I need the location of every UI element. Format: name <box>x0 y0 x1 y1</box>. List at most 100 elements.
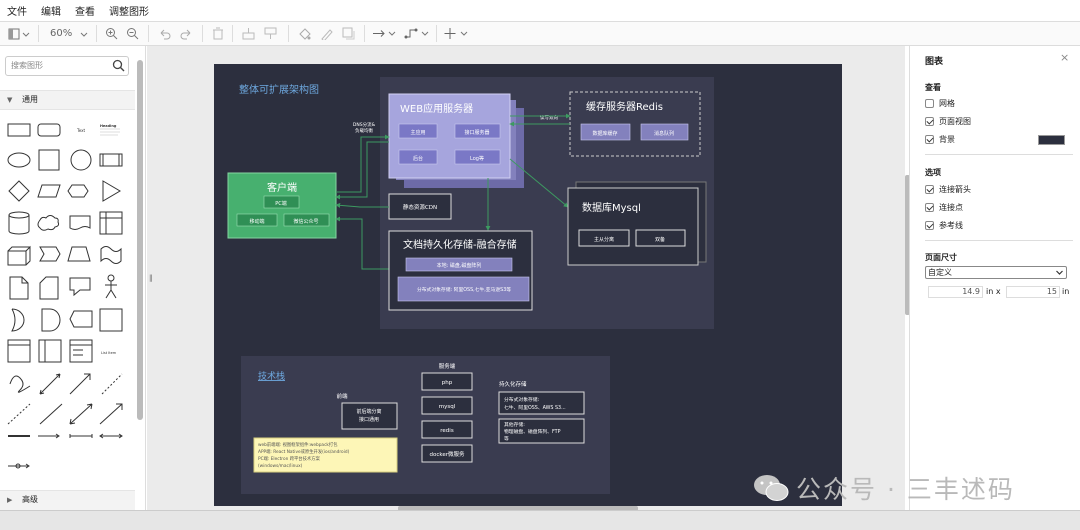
cdn-label: 静态资源CDN <box>403 203 437 211</box>
grid-checkbox[interactable] <box>925 99 934 108</box>
menu-arrange[interactable]: 调整图形 <box>109 3 149 18</box>
persist-other-line3: 等 <box>504 435 509 442</box>
frontend-note-line1: web前端端: 视图框架组件:webpack打包 <box>258 441 338 448</box>
watermark-text: 公众号 · 三丰述码 <box>796 475 1015 504</box>
page-view-option[interactable]: 页面视图 <box>925 116 971 127</box>
page-view-checkbox[interactable] <box>925 117 934 126</box>
menu-edit[interactable]: 编辑 <box>41 3 61 18</box>
wechat-icon <box>754 475 789 501</box>
search-icon[interactable] <box>112 59 125 72</box>
connection-points-label: 连接点 <box>939 203 963 212</box>
shape-palette[interactable]: Text Heading List Item <box>0 110 135 490</box>
dns-label-line2: 负载均衡 <box>355 127 373 134</box>
connection-arrows-label: 连接箭头 <box>939 185 971 194</box>
mysql-item-backup: 双备 <box>655 236 665 243</box>
watermark: 公众号 · 三丰述码 <box>752 467 1052 507</box>
shape-library-panel: 搜索图形 ▼ 通用 Text Heading List Item ▶ 高级 <box>0 46 146 510</box>
frontend-note-line2: APP端: React Native或原生开发(ios/android) <box>258 448 350 455</box>
diagram-canvas: 整体可扩展架构图 WEB应用服务器 主应用 接口服务器 后台 Log等 缓存服务… <box>227 77 714 494</box>
persist-oss-line1: 分布式对象存储: <box>504 396 540 403</box>
guides-option[interactable]: 参考线 <box>925 220 963 231</box>
chevron-right-icon: ▶ <box>7 496 13 504</box>
connection-arrows-option[interactable]: 连接箭头 <box>925 184 971 195</box>
dns-label-line1: DNS分流& <box>353 121 376 128</box>
connection-style-icon[interactable] <box>372 26 396 41</box>
background-label: 背景 <box>939 135 955 144</box>
architecture-diagram[interactable]: 整体可扩展架构图 WEB应用服务器 主应用 接口服务器 后台 Log等 缓存服务… <box>214 64 842 506</box>
menu-view[interactable]: 查看 <box>75 3 95 18</box>
page-size-select[interactable]: 自定义 <box>925 266 1067 279</box>
grid-label: 网格 <box>939 99 955 108</box>
frontend-box-line2: 接口通用 <box>359 416 379 423</box>
storage-item-local: 本地: 磁盘,磁盘阵列 <box>437 262 482 269</box>
section-advanced[interactable]: ▶ 高级 <box>0 490 135 510</box>
section-advanced-label: 高级 <box>22 495 38 504</box>
view-heading: 查看 <box>925 83 941 92</box>
options-heading: 选项 <box>925 168 941 177</box>
diagram-title: 整体可扩展架构图 <box>239 83 319 96</box>
shadow-icon[interactable] <box>342 26 355 41</box>
redo-icon[interactable] <box>180 26 193 41</box>
grid-option[interactable]: 网格 <box>925 98 955 109</box>
page-size-heading: 页面尺寸 <box>925 253 957 262</box>
server-item-docker: docker微服务 <box>429 450 465 458</box>
server-item-redis: redis <box>440 428 454 434</box>
connection-points-checkbox[interactable] <box>925 203 934 212</box>
section-general[interactable]: ▼ 通用 <box>0 90 135 110</box>
mysql-item-split: 主从分离 <box>594 236 614 243</box>
guides-label: 参考线 <box>939 221 963 230</box>
tech-stack-title: 技术栈 <box>258 370 285 382</box>
delete-icon[interactable] <box>212 26 224 41</box>
cache-item-db: 数据库缓存 <box>592 130 617 137</box>
undo-icon[interactable] <box>158 26 171 41</box>
left-panel-scrollbar[interactable] <box>137 60 143 420</box>
zoom-dropdown-icon[interactable] <box>80 26 88 41</box>
page-height-input[interactable]: 15 <box>1006 286 1060 298</box>
mysql-box[interactable] <box>567 187 699 266</box>
background-color-swatch[interactable] <box>1038 135 1065 145</box>
frontend-note-line4: (windows/mac/linux) <box>258 463 303 469</box>
to-front-icon[interactable] <box>242 26 255 41</box>
background-option[interactable]: 背景 <box>925 134 955 145</box>
insert-icon[interactable] <box>444 26 468 41</box>
to-back-icon[interactable] <box>264 26 277 41</box>
menu-file[interactable]: 文件 <box>7 3 27 18</box>
web-item-api: 接口服务器 <box>464 129 489 136</box>
close-icon[interactable]: × <box>1060 51 1069 64</box>
shape-search-input[interactable]: 搜索图形 <box>5 56 129 76</box>
web-server-title: WEB应用服务器 <box>400 102 473 115</box>
shape-label-heading: Heading <box>100 124 117 128</box>
chevron-down-icon: ▼ <box>7 96 13 104</box>
connection-arrows-checkbox[interactable] <box>925 185 934 194</box>
line-color-icon[interactable] <box>320 26 333 41</box>
client-item-wechat: 微信公众号 <box>293 218 318 225</box>
page-layout-icon[interactable] <box>8 26 30 41</box>
panel-resize-handle[interactable]: ‖ <box>149 274 153 282</box>
persist-oss-line2: 七牛、阿里OSS、AWS S3... <box>504 404 566 411</box>
page-width-unit: in x <box>986 287 1001 296</box>
page-width-input[interactable]: 14.9 <box>928 286 983 298</box>
server-item-php: php <box>442 380 453 386</box>
shape-label-text: Text <box>76 128 86 133</box>
section-general-label: 通用 <box>22 95 38 104</box>
persist-other-line2: 物理磁盘、磁盘阵列、FTP <box>504 428 561 435</box>
zoom-level[interactable]: 60% <box>50 26 72 41</box>
format-panel: 图表 × 查看 网格 页面视图 背景 选项 连接箭头 连接点 参考线 页面尺寸 … <box>909 46 1080 510</box>
connection-points-option[interactable]: 连接点 <box>925 202 963 213</box>
background-checkbox[interactable] <box>925 135 934 144</box>
format-panel-title: 图表 <box>925 57 944 67</box>
persist-other-line1: 其他存储: <box>504 421 525 428</box>
zoom-in-icon[interactable] <box>105 26 118 41</box>
status-bar <box>0 510 1080 530</box>
guides-checkbox[interactable] <box>925 221 934 230</box>
zoom-out-icon[interactable] <box>126 26 139 41</box>
cache-server-title: 缓存服务器Redis <box>586 100 663 113</box>
frontend-label: 前端 <box>336 392 348 400</box>
waypoints-icon[interactable] <box>404 26 430 41</box>
fill-color-icon[interactable] <box>298 26 311 41</box>
chevron-down-icon <box>1056 270 1063 275</box>
client-item-mobile: 移动端 <box>249 218 264 225</box>
page-height-unit: in <box>1062 287 1070 296</box>
frontend-box[interactable] <box>341 402 398 430</box>
web-item-log: Log等 <box>470 155 484 162</box>
